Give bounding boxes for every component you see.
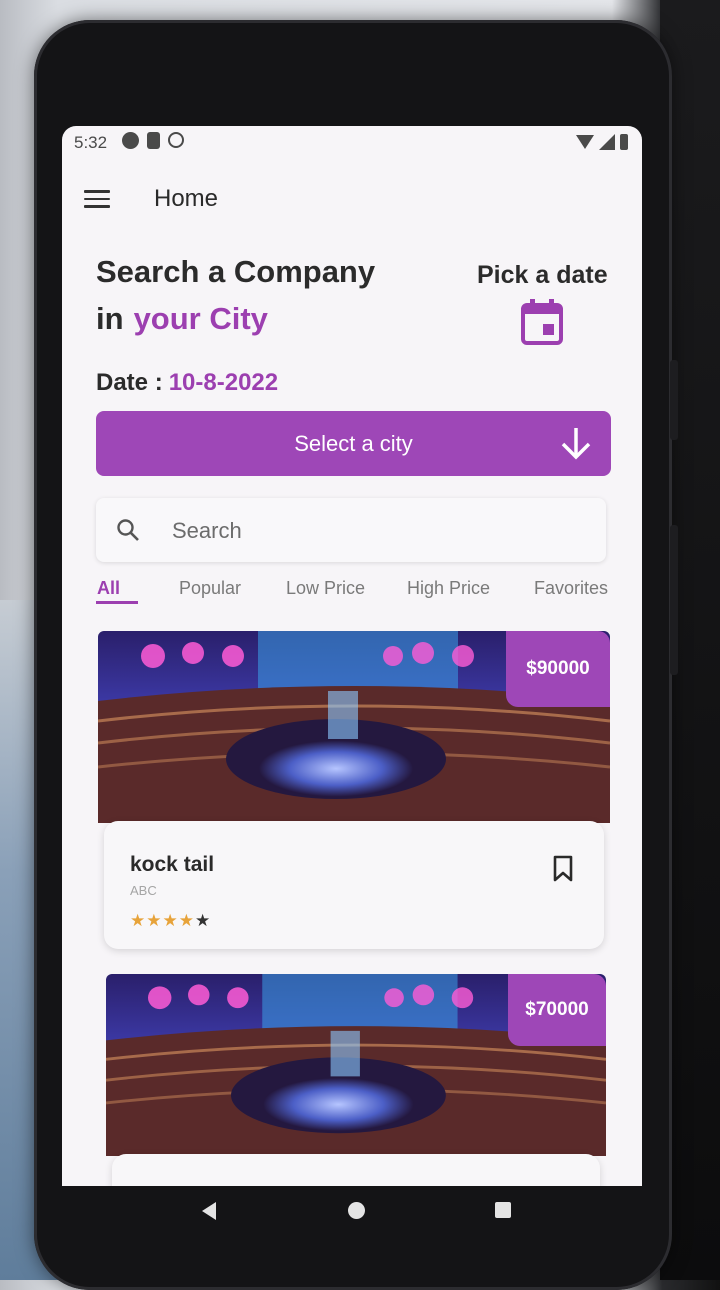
company-subtitle: ABC (130, 883, 157, 898)
system-nav-bar (62, 1186, 642, 1236)
rating-stars: ★★★★★ (130, 911, 211, 931)
arrow-down-icon (561, 428, 591, 460)
card-info: kock tail ABC ★★★★★ (104, 821, 604, 949)
date-value: 10-8-2022 (168, 369, 279, 396)
price-badge: $70000 (508, 974, 606, 1046)
notification-icons (122, 132, 184, 149)
star-icon: ★ (146, 911, 163, 930)
signal-icon (599, 134, 615, 150)
back-icon[interactable] (202, 1202, 216, 1220)
search-input[interactable] (170, 512, 574, 550)
date-label: Date : (96, 369, 163, 396)
star-icon: ★ (178, 911, 195, 930)
tab-high-price[interactable]: High Price (407, 578, 490, 599)
calendar-icon[interactable] (520, 298, 564, 346)
filter-tabs: All Popular Low Price High Price Favorit… (62, 576, 642, 616)
pick-date-label[interactable]: Pick a date (477, 261, 608, 290)
sd-card-icon (147, 132, 160, 149)
app-screen: 5:32 Home Search a Company in your City P… (62, 126, 642, 1186)
tab-popular[interactable]: Popular (179, 578, 241, 599)
company-name: kock tail (130, 853, 215, 876)
hero-prefix: in (96, 301, 124, 336)
notification-icon (122, 132, 139, 149)
hero-accent: your City (133, 301, 268, 336)
wifi-icon (576, 135, 594, 149)
tab-favorites[interactable]: Favorites (534, 578, 608, 599)
menu-icon[interactable] (84, 190, 110, 208)
star-icon: ★ (130, 911, 147, 930)
select-city-button[interactable]: Select a city (96, 411, 611, 476)
price-badge: $90000 (506, 631, 610, 707)
select-city-label: Select a city (294, 431, 413, 456)
bookmark-icon[interactable] (552, 855, 574, 883)
company-card[interactable]: $90000 kock tail ABC ★★★★★ (98, 631, 610, 951)
page-title: Home (154, 185, 219, 212)
volume-button (670, 525, 678, 675)
company-card[interactable]: $70000 (106, 974, 606, 1186)
sync-icon (168, 132, 184, 148)
recent-apps-icon[interactable] (495, 1202, 511, 1218)
search-icon (117, 519, 139, 541)
active-tab-indicator (96, 601, 138, 604)
status-bar: 5:32 (62, 126, 642, 160)
power-button (670, 360, 678, 440)
hero-heading: Search a Company (96, 254, 376, 289)
search-bar (96, 498, 606, 562)
home-icon[interactable] (348, 1202, 365, 1219)
star-icon: ★ (195, 911, 212, 930)
status-time: 5:32 (74, 133, 108, 152)
system-icons (576, 134, 628, 150)
battery-icon (620, 134, 628, 150)
card-info (112, 1154, 600, 1186)
app-bar: Home (62, 170, 642, 226)
tab-low-price[interactable]: Low Price (286, 578, 365, 599)
hero-subheading: in your City (96, 301, 268, 337)
selected-date: Date :10-8-2022 (96, 369, 278, 397)
tab-all[interactable]: All (97, 578, 120, 599)
star-icon: ★ (162, 911, 179, 930)
